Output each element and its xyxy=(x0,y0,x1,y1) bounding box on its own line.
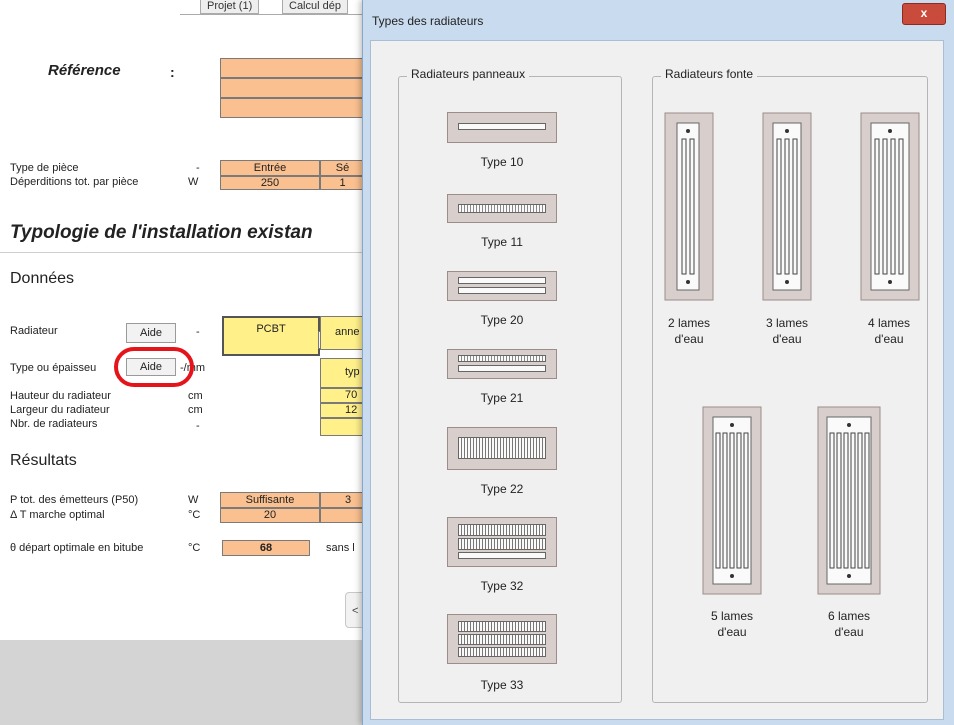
tab-calcul[interactable]: Calcul dép xyxy=(282,0,348,14)
dialog-title: Types des radiateurs xyxy=(372,14,484,28)
theta-note: sans l xyxy=(326,542,355,554)
nbr-cell[interactable] xyxy=(320,418,365,436)
reference-cell-2[interactable] xyxy=(220,78,365,98)
hauteur-cell[interactable]: 70 xyxy=(320,388,365,403)
fonte-3-label-2[interactable]: d'eau xyxy=(749,332,825,346)
deperditions-cell-2[interactable]: 1 xyxy=(320,176,365,190)
type-piece-label: Type de pièce xyxy=(10,162,79,174)
type-piece-cell-2[interactable]: Sé xyxy=(320,160,365,176)
fonte-6-label-1[interactable]: 6 lames xyxy=(811,609,887,623)
reference-colon: : xyxy=(170,64,175,80)
sheet-tab-bar: Projet (1) Calcul dép xyxy=(180,0,370,15)
fonte-4-label-1[interactable]: 4 lames xyxy=(851,316,927,330)
highlight-circle xyxy=(114,347,194,387)
fonte-3-lames-icon xyxy=(762,112,812,301)
deperditions-cell-1[interactable]: 250 xyxy=(220,176,320,190)
dialog-client-area: Radiateurs panneaux Type 10 Type 11 Type… xyxy=(370,40,944,720)
radiateur-unit: - xyxy=(196,326,200,338)
resultats-title: Résultats xyxy=(10,452,77,469)
ptot-unit: W xyxy=(188,494,199,506)
fonte-2-label-1[interactable]: 2 lames xyxy=(651,316,727,330)
deltat-label: Δ T marche optimal xyxy=(10,509,105,521)
chevron-left-icon: < xyxy=(352,605,359,617)
reference-cell-3[interactable] xyxy=(220,98,365,118)
largeur-label: Largeur du radiateur xyxy=(10,404,110,416)
hauteur-label: Hauteur du radiateur xyxy=(10,390,111,402)
radiateur-cell[interactable]: PCBT xyxy=(222,316,320,356)
fonte-3-label-1[interactable]: 3 lames xyxy=(749,316,825,330)
fonte-5-label-2[interactable]: d'eau xyxy=(694,625,770,639)
deltat-cell-2[interactable] xyxy=(320,508,365,523)
largeur-cell[interactable]: 12 xyxy=(320,403,365,418)
fonte-2-label-2[interactable]: d'eau xyxy=(651,332,727,346)
aide-radiateur-button[interactable]: Aide xyxy=(126,323,176,343)
fonte-2-lames-icon xyxy=(664,112,714,301)
deltat-cell[interactable]: 20 xyxy=(220,508,320,523)
close-button[interactable]: x xyxy=(902,3,946,25)
deperditions-label: Déperditions tot. par pièce xyxy=(10,176,139,188)
theta-label: θ départ optimale en bitube xyxy=(10,542,144,554)
reference-label: Référence xyxy=(48,62,121,79)
hauteur-unit: cm xyxy=(188,390,203,402)
largeur-unit: cm xyxy=(188,404,203,416)
nbr-label: Nbr. de radiateurs xyxy=(10,418,98,430)
type-epaisseur-label: Type ou épaisseu xyxy=(10,362,97,374)
fonte-5-lames-icon xyxy=(702,406,762,595)
ptot-label: P tot. des émetteurs (P50) xyxy=(10,494,139,506)
reference-cell-1[interactable] xyxy=(220,58,365,78)
tab-projet[interactable]: Projet (1) xyxy=(200,0,260,14)
theta-cell[interactable]: 68 xyxy=(222,540,310,556)
ptot-cell-2[interactable]: 3 xyxy=(320,492,365,508)
fonte-4-label-2[interactable]: d'eau xyxy=(851,332,927,346)
type-epaisseur-cell[interactable]: typ xyxy=(320,358,365,388)
ptot-cell[interactable]: Suffisante xyxy=(220,492,320,508)
section-title: Typologie de l'installation existan xyxy=(10,222,313,243)
fonte-4-lames-icon xyxy=(860,112,920,301)
radiateur-cell-2[interactable]: anne xyxy=(320,316,365,350)
type-piece-cell-1[interactable]: Entrée xyxy=(220,160,320,176)
divider xyxy=(0,252,365,253)
sheet-footer-area xyxy=(0,640,370,725)
radiateur-label: Radiateur xyxy=(10,325,58,337)
donnees-title: Données xyxy=(10,270,75,287)
fonte-5-label-1[interactable]: 5 lames xyxy=(694,609,770,623)
type-piece-unit: - xyxy=(196,162,200,174)
fonte-6-lames-icon xyxy=(817,406,881,595)
nbr-unit: - xyxy=(196,420,200,432)
theta-unit: °C xyxy=(188,542,201,554)
deltat-unit: °C xyxy=(188,509,201,521)
fonte-6-label-2[interactable]: d'eau xyxy=(811,625,887,639)
deperditions-unit: W xyxy=(188,176,199,188)
